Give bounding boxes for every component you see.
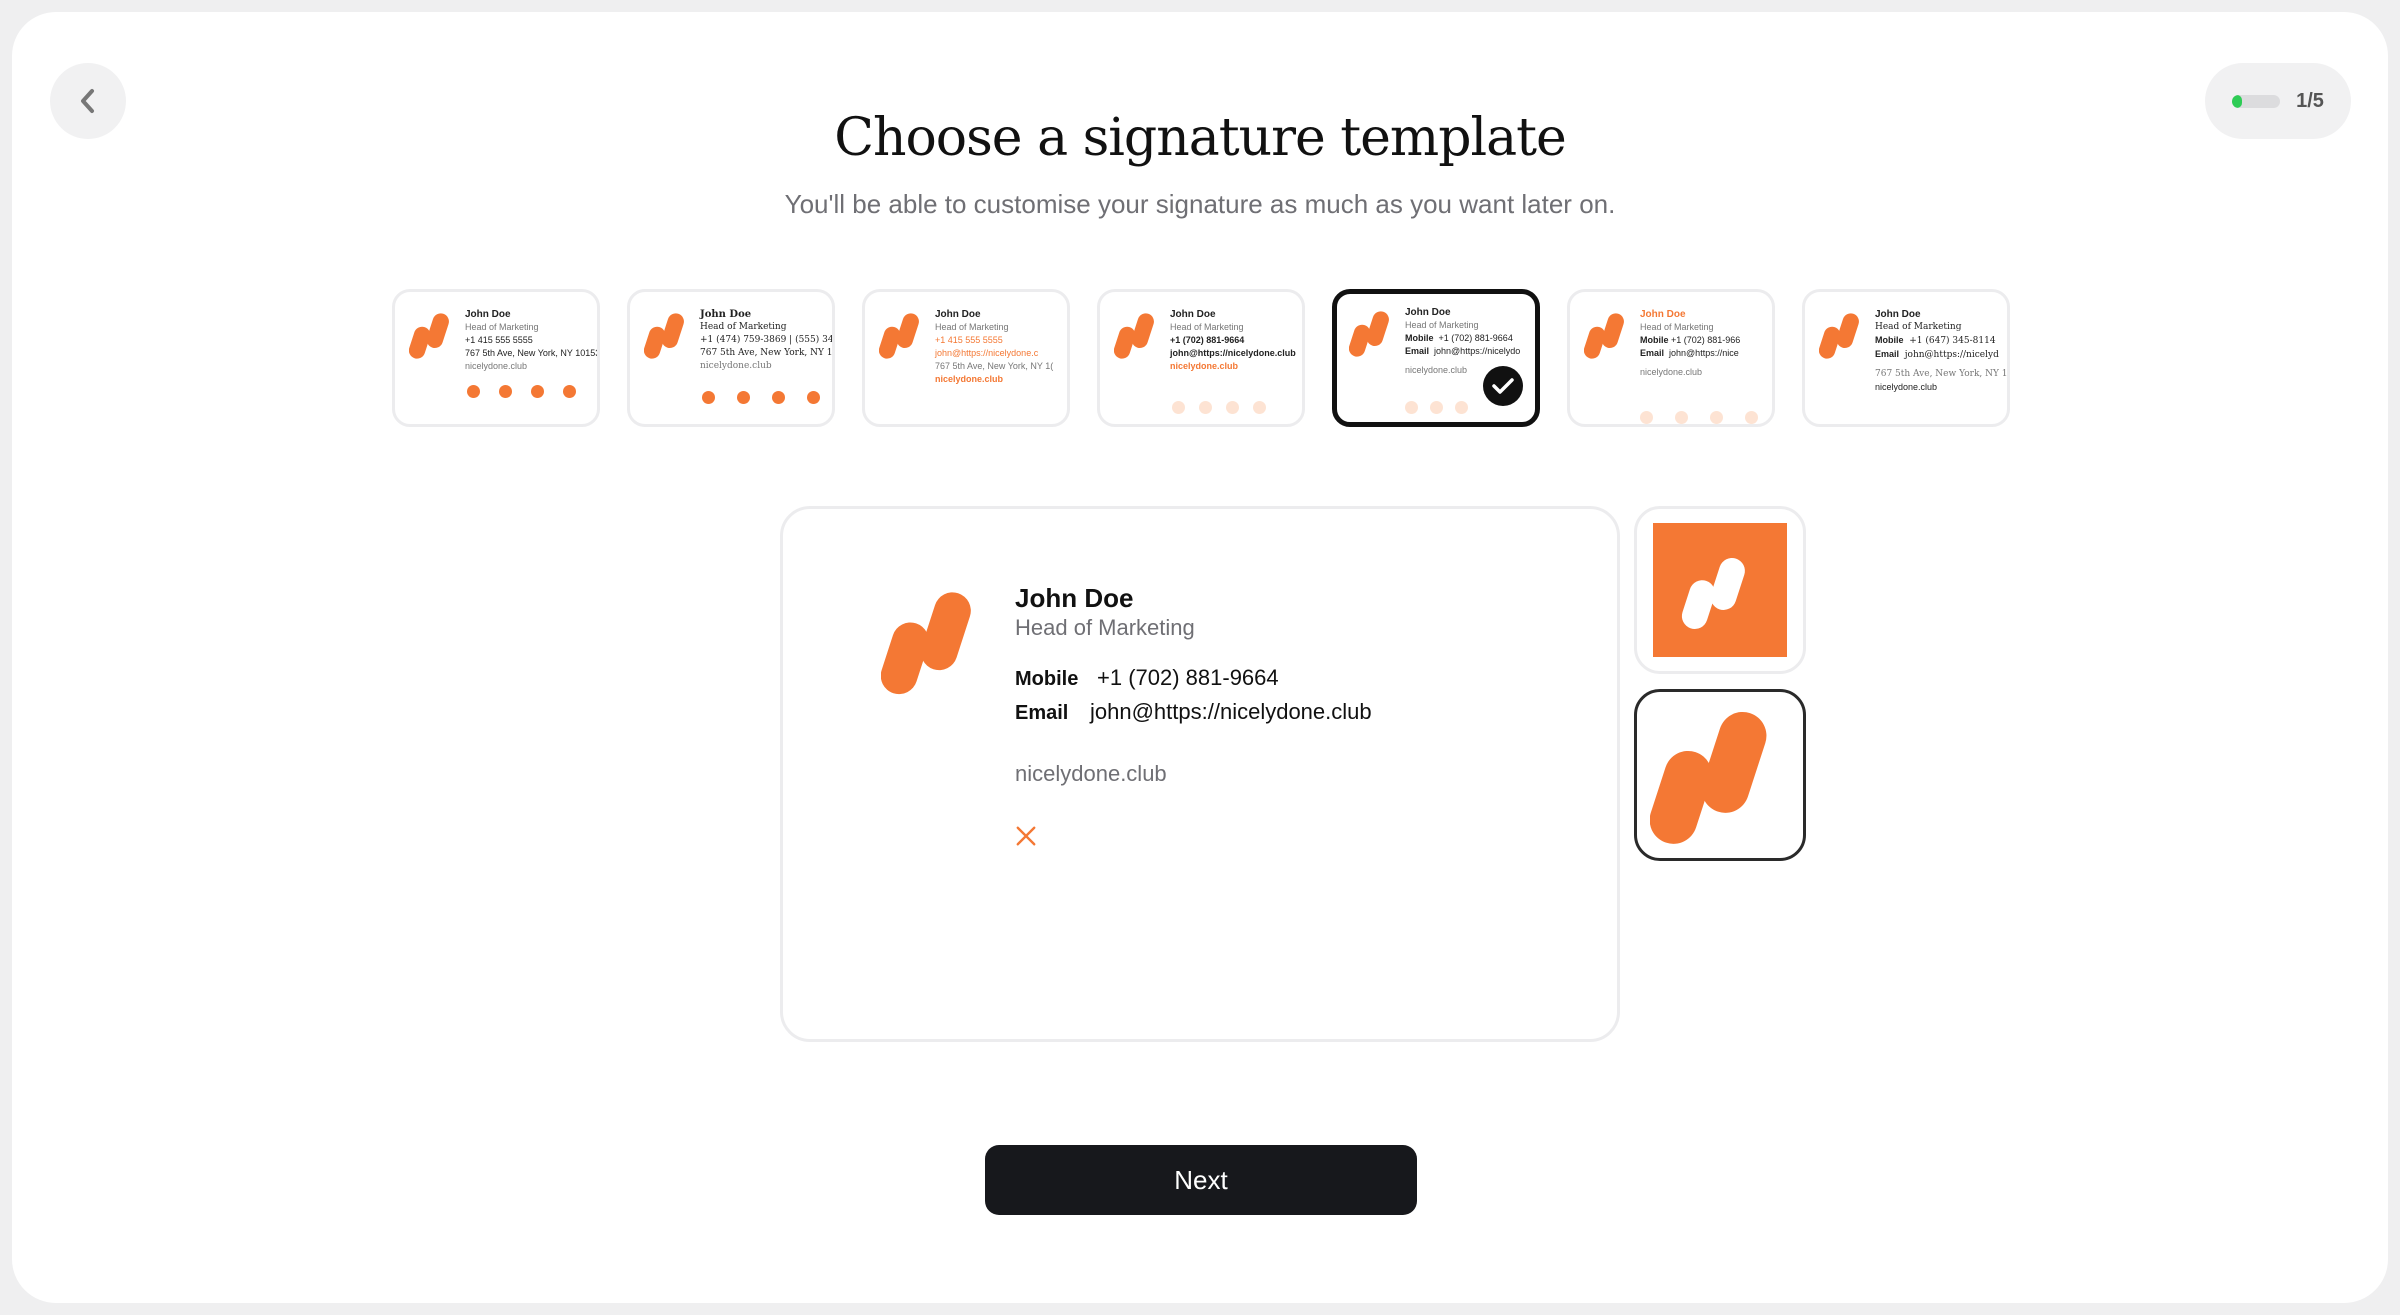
twitter-icon [737,391,750,404]
logo-icon [1677,547,1763,633]
preview-site: nicelydone.club [1015,761,1167,786]
facebook-icon [531,385,544,398]
facebook-icon [1640,411,1653,424]
template-address: 767 5th Ave, New York, NY 1( [1875,369,2010,379]
youtube-icon [563,385,576,398]
template-role: Head of Marketing [1640,322,1714,332]
logo-icon [1584,310,1632,360]
progress-track [2232,94,2281,108]
template-site: nicelydone.club [1640,367,1703,377]
template-option-2[interactable]: John Doe Head of Marketing +1 (474) 759-… [627,289,835,427]
youtube-icon [807,391,820,404]
preview-name: John Doe [1015,583,1134,613]
template-line: 767 5th Ave, New York, NY 10153 [465,348,600,358]
logo-icon [1650,705,1790,845]
template-line: john@https://nicelydone.c [935,348,1039,358]
twitter-icon [1172,401,1185,414]
instagram-icon [467,385,480,398]
template-line: +1 (702) 881-9664 [1170,335,1245,345]
facebook-icon [772,391,785,404]
logo-icon [644,310,692,360]
template-site: nicelydone.club [1170,361,1239,371]
logo-icon [1349,308,1397,358]
template-email-label: Email [1405,346,1430,356]
instagram-icon [1710,411,1723,424]
page-title: Choose a signature template [834,108,1567,168]
logo-icon [879,310,927,360]
logo-style-square[interactable] [1634,506,1806,674]
preview-mobile-label: Mobile [1015,668,1079,690]
next-button[interactable]: Next [985,1145,1417,1215]
twitter-icon [1675,411,1688,424]
template-email: john@https://nicelydo [1434,346,1521,356]
instagram-icon [1226,401,1239,414]
logo-icon [1114,310,1162,360]
logo-icon [409,310,457,360]
template-mobile: +1 (702) 881-9664 [1438,333,1513,343]
template-name: John Doe [465,309,511,320]
preview-role: Head of Marketing [1015,615,1195,640]
linkedin-icon [1405,401,1418,414]
template-name: John Doe [1875,309,1921,320]
template-email: john@https://nice [1669,348,1739,358]
page-subtitle: You'll be able to customise your signatu… [784,189,1616,219]
template-option-7[interactable]: John Doe Head of Marketing Mobile +1 (64… [1802,289,2010,427]
template-email: john@https://nicelyd [1904,350,1999,360]
template-role: Head of Marketing [935,322,1009,332]
preview-mobile: +1 (702) 881-9664 [1097,665,1279,690]
template-site: nicelydone.club [1875,382,1938,392]
template-mobile-label: Mobile [1875,335,1904,345]
instagram-icon [702,391,715,404]
template-name: John Doe [1170,309,1216,320]
twitter-icon [499,385,512,398]
template-mobile-label: Mobile [1640,335,1669,345]
logo-style-plain[interactable] [1634,689,1806,861]
template-option-3[interactable]: John Doe Head of Marketing +1 415 555 55… [862,289,1070,427]
template-role: Head of Marketing [700,322,787,332]
progress-fill [2232,94,2242,108]
logo-square-icon [1653,523,1787,657]
template-mobile-label: Mobile [1405,333,1434,343]
template-line: 767 5th Ave, New York, NY 1015 [700,348,835,358]
youtube-icon [1253,401,1266,414]
template-line: +1 (474) 759-3869 | (555) 346-7 [700,335,835,345]
template-role: Head of Marketing [1875,322,1962,332]
selected-badge [1483,366,1523,406]
template-role: Head of Marketing [465,322,539,332]
template-name: John Doe [935,309,981,320]
template-site: nicelydone.club [465,361,528,371]
logo-icon [1819,310,1867,360]
template-site: nicelydone.club [935,374,1004,384]
template-email-label: Email [1640,348,1665,358]
signature-preview: John Doe Head of Marketing Mobile +1 (702… [780,506,1620,1042]
facebook-icon [1430,401,1443,414]
logo-icon [881,587,989,695]
template-name: John Doe [700,309,752,320]
template-option-4[interactable]: John Doe Head of Marketing +1 (702) 881-… [1097,289,1305,427]
template-option-5[interactable]: John Doe Head of Marketing Mobile +1 (70… [1332,289,1540,427]
template-line: john@https://nicelydone.club [1170,348,1296,358]
onboarding-card: 1/5 Choose a signature template You'll b… [12,12,2388,1303]
template-site: nicelydone.club [700,361,772,371]
template-mobile: +1 (702) 881-966 [1671,335,1741,345]
template-role: Head of Marketing [1170,322,1244,332]
template-email-label: Email [1875,349,1900,359]
linkedin-icon [1745,411,1758,424]
linkedin-icon [1199,401,1212,414]
template-line: +1 415 555 5555 [465,335,533,345]
check-icon [1492,378,1514,394]
template-name: John Doe [1640,309,1686,320]
template-option-6[interactable]: John Doe Head of Marketing Mobile +1 (70… [1567,289,1775,427]
twitter-icon [1455,401,1468,414]
template-name: John Doe [1405,307,1451,318]
template-role: Head of Marketing [1405,320,1479,330]
x-icon[interactable] [1015,825,1037,847]
preview-email: john@https://nicelydone.club [1090,699,1372,724]
preview-email-label: Email [1015,702,1069,724]
template-option-1[interactable]: John Doe Head of Marketing +1 415 555 55… [392,289,600,427]
template-line: +1 415 555 5555 [935,335,1003,345]
template-mobile: +1 (647) 345-8114 [1909,336,1996,346]
template-line: 767 5th Ave, New York, NY 1( [935,361,1054,371]
